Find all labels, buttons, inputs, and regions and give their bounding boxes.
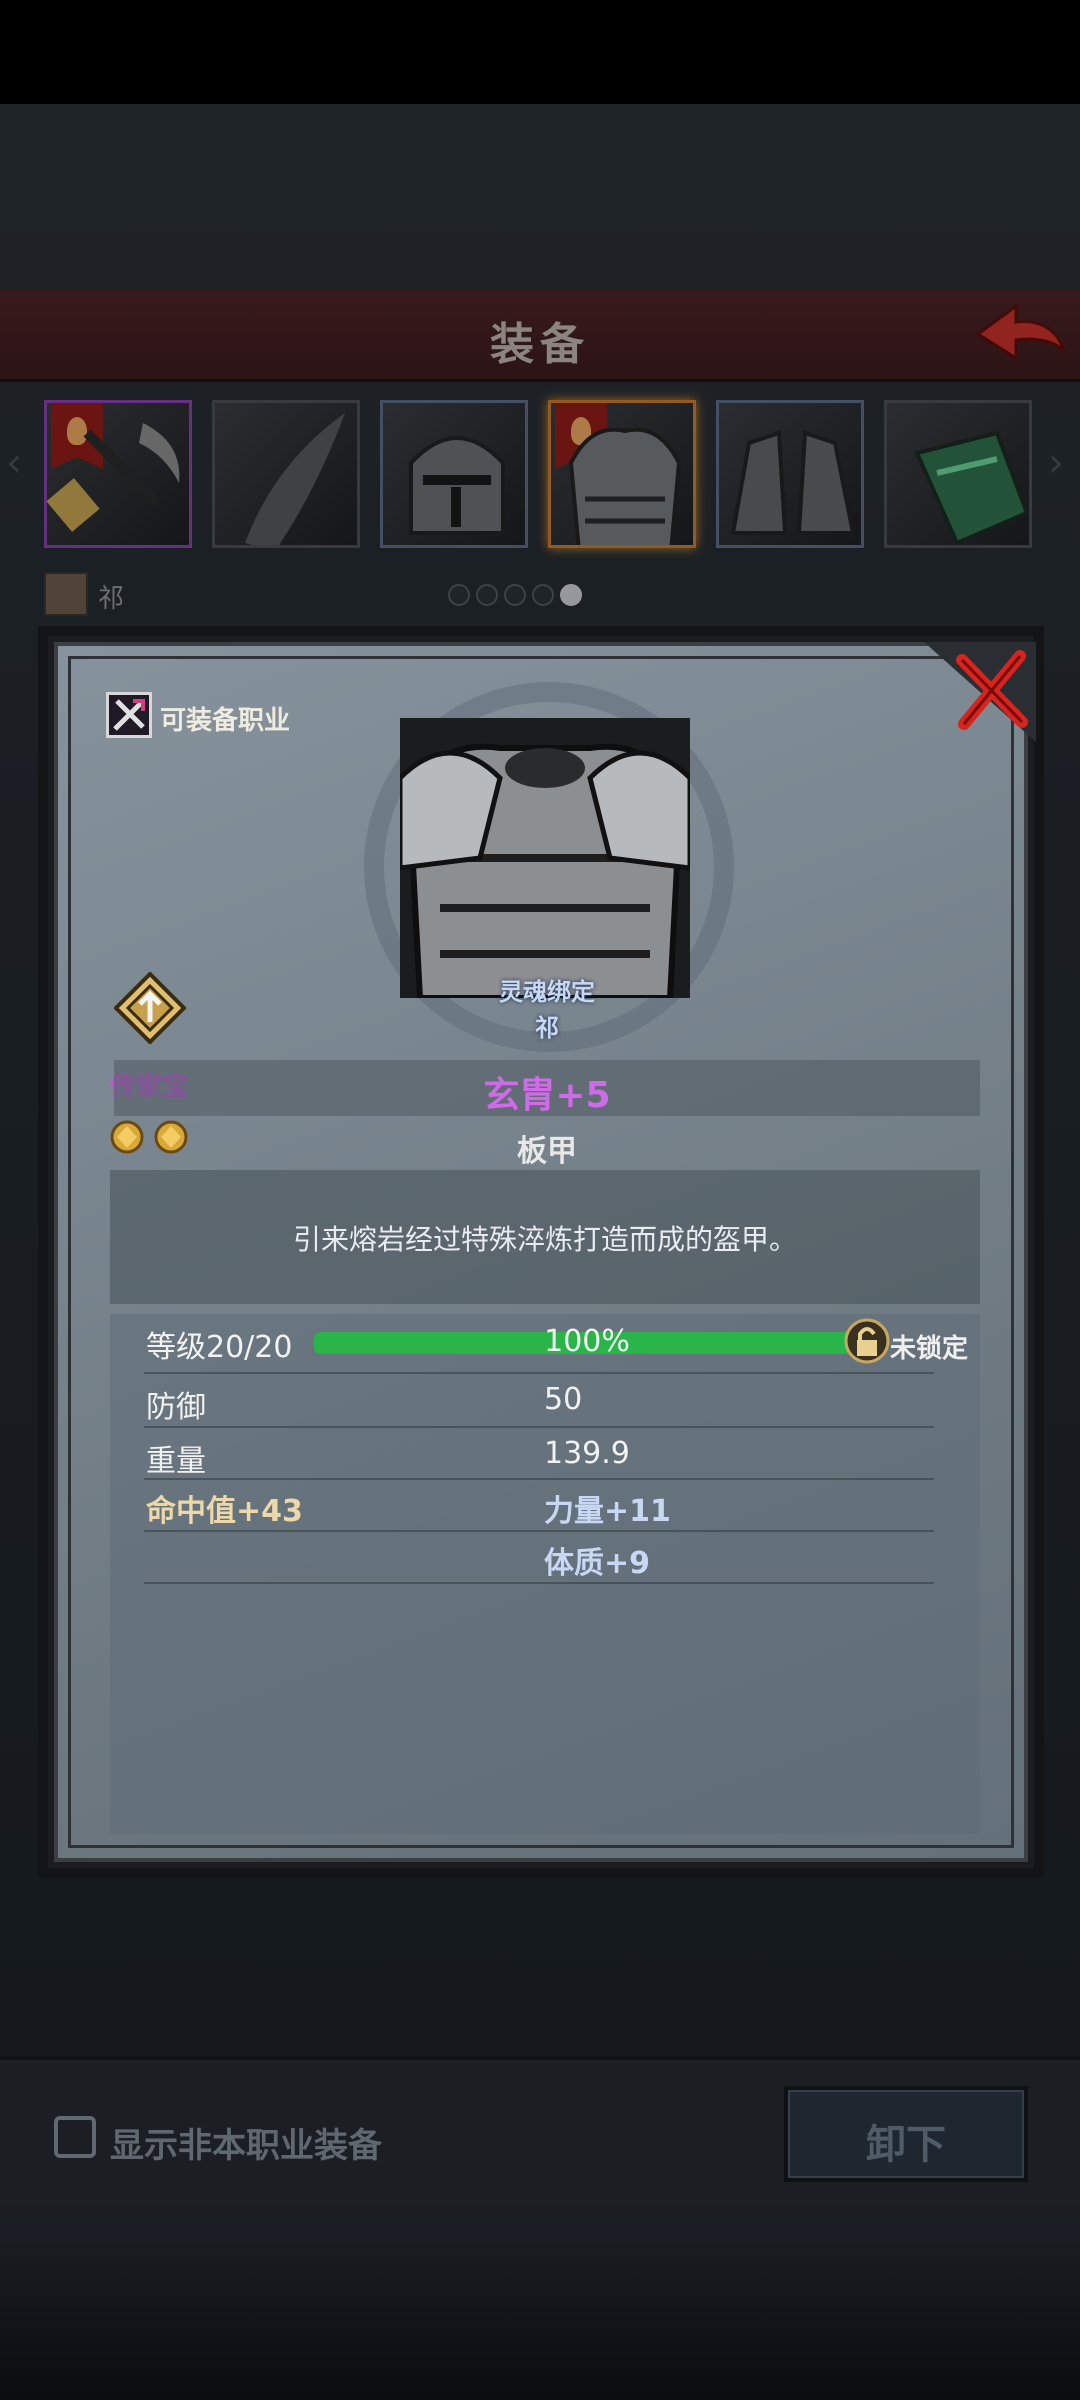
plate-armor-icon [400,718,690,998]
divider [144,1530,934,1532]
item-type: 板甲 [517,1134,577,1169]
item-name: 玄胄+5 [483,1075,611,1116]
owner-name: 祁 [535,1014,559,1042]
unequip-button[interactable]: 卸下 [784,2086,1028,2182]
item-description: 引来熔岩经过特殊淬炼打造而成的盔甲。 [292,1223,797,1256]
show-other-class-checkbox[interactable] [54,2116,96,2158]
bonus-hit: 命中值+43 [146,1494,303,1529]
unequip-label: 卸下 [866,2122,946,2168]
bonus-constitution: 体质+9 [544,1546,651,1581]
weight-label: 重量 [146,1444,206,1479]
divider [144,1426,934,1428]
defense-label: 防御 [146,1390,206,1425]
item-detail-modal: 可装备职业 灵魂绑定 祁 传家宝 玄胄+5 板甲 引来熔岩经过特殊淬炼打造而成的… [48,636,1036,1868]
bonus-strength: 力量+11 [544,1494,671,1529]
defense-value: 50 [544,1382,583,1417]
lock-status-label: 未锁定 [890,1334,969,1364]
show-other-class-label: 显示非本职业装备 [110,2126,382,2166]
divider [144,1478,934,1480]
bottom-fade [0,2200,1080,2400]
equippable-class-label: 可装备职业 [160,706,291,736]
class-icon[interactable] [106,692,152,738]
lock-icon[interactable] [844,1318,890,1364]
status-bar [0,0,1080,104]
heirloom-icon [114,972,186,1044]
level-percent: 100% [544,1324,630,1359]
divider [144,1582,934,1584]
divider [144,1372,934,1374]
weight-value: 139.9 [544,1436,630,1471]
soul-bound-label: 灵魂绑定 [499,978,595,1006]
level-label: 等级20/20 [146,1330,293,1365]
close-icon[interactable] [954,650,1030,730]
